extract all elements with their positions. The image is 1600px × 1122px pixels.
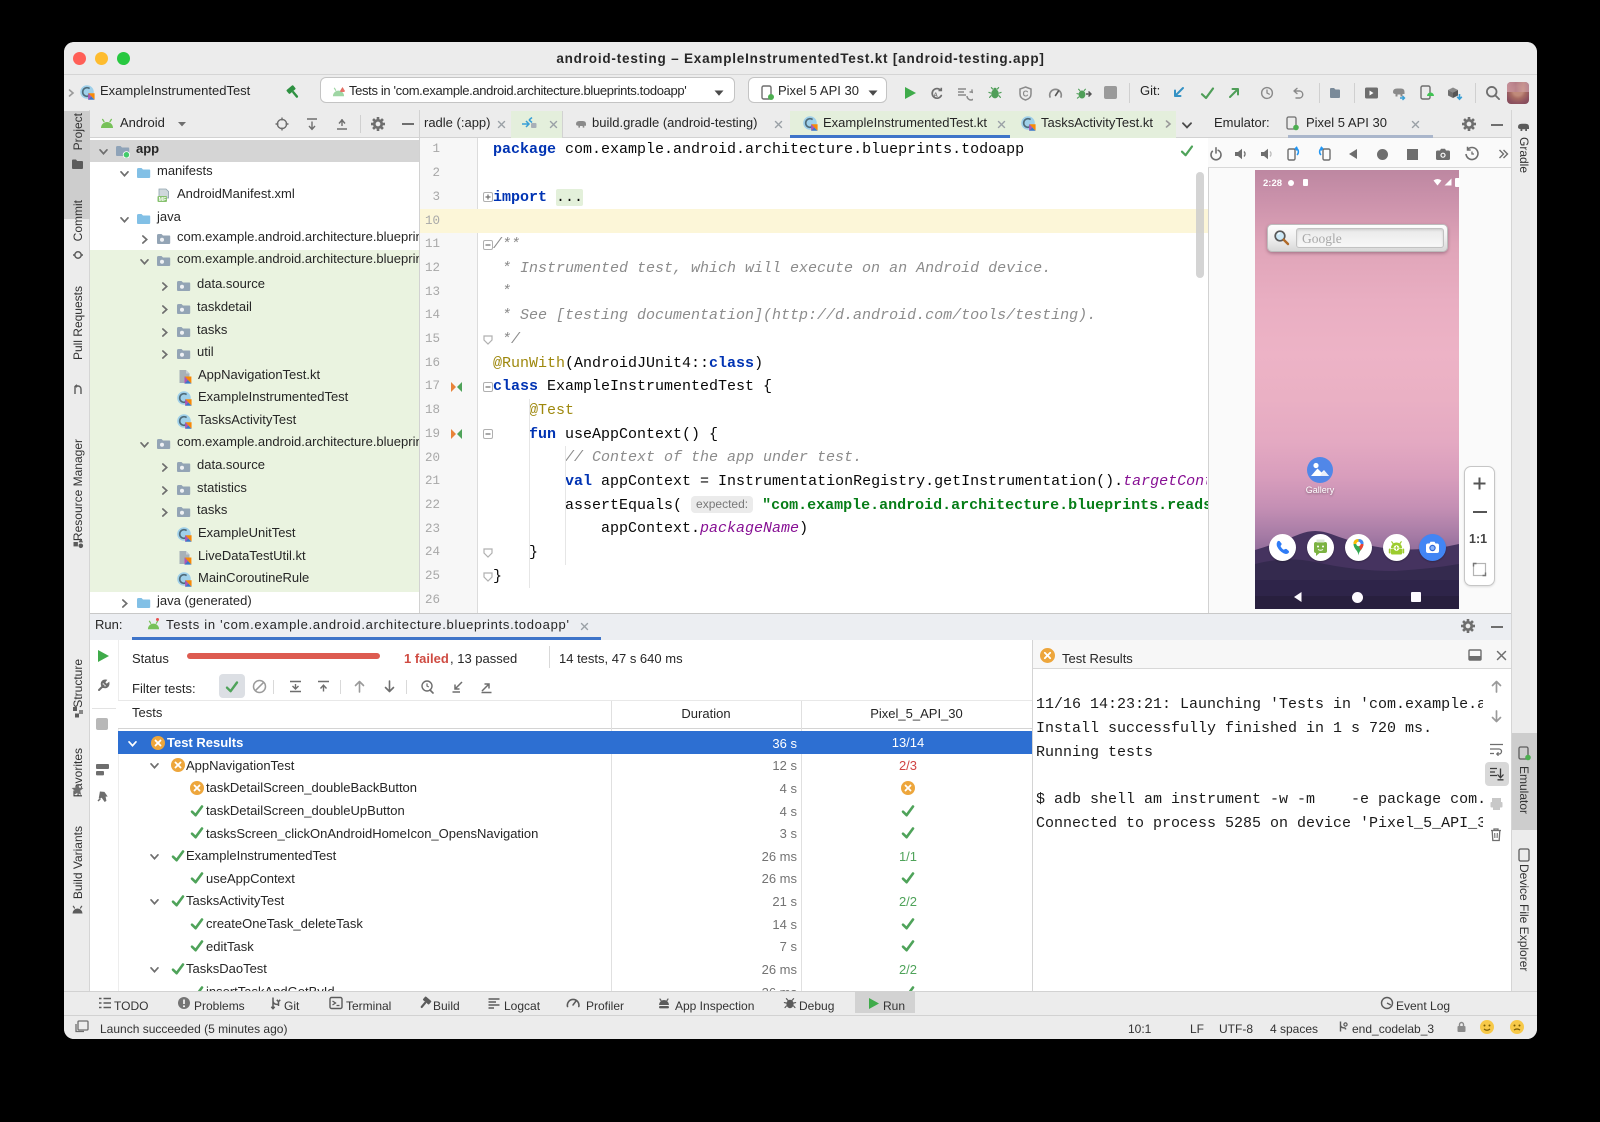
svg-text:A: A: [934, 93, 939, 99]
svg-text:C: C: [1023, 89, 1029, 98]
svg-text:MF: MF: [159, 197, 167, 203]
